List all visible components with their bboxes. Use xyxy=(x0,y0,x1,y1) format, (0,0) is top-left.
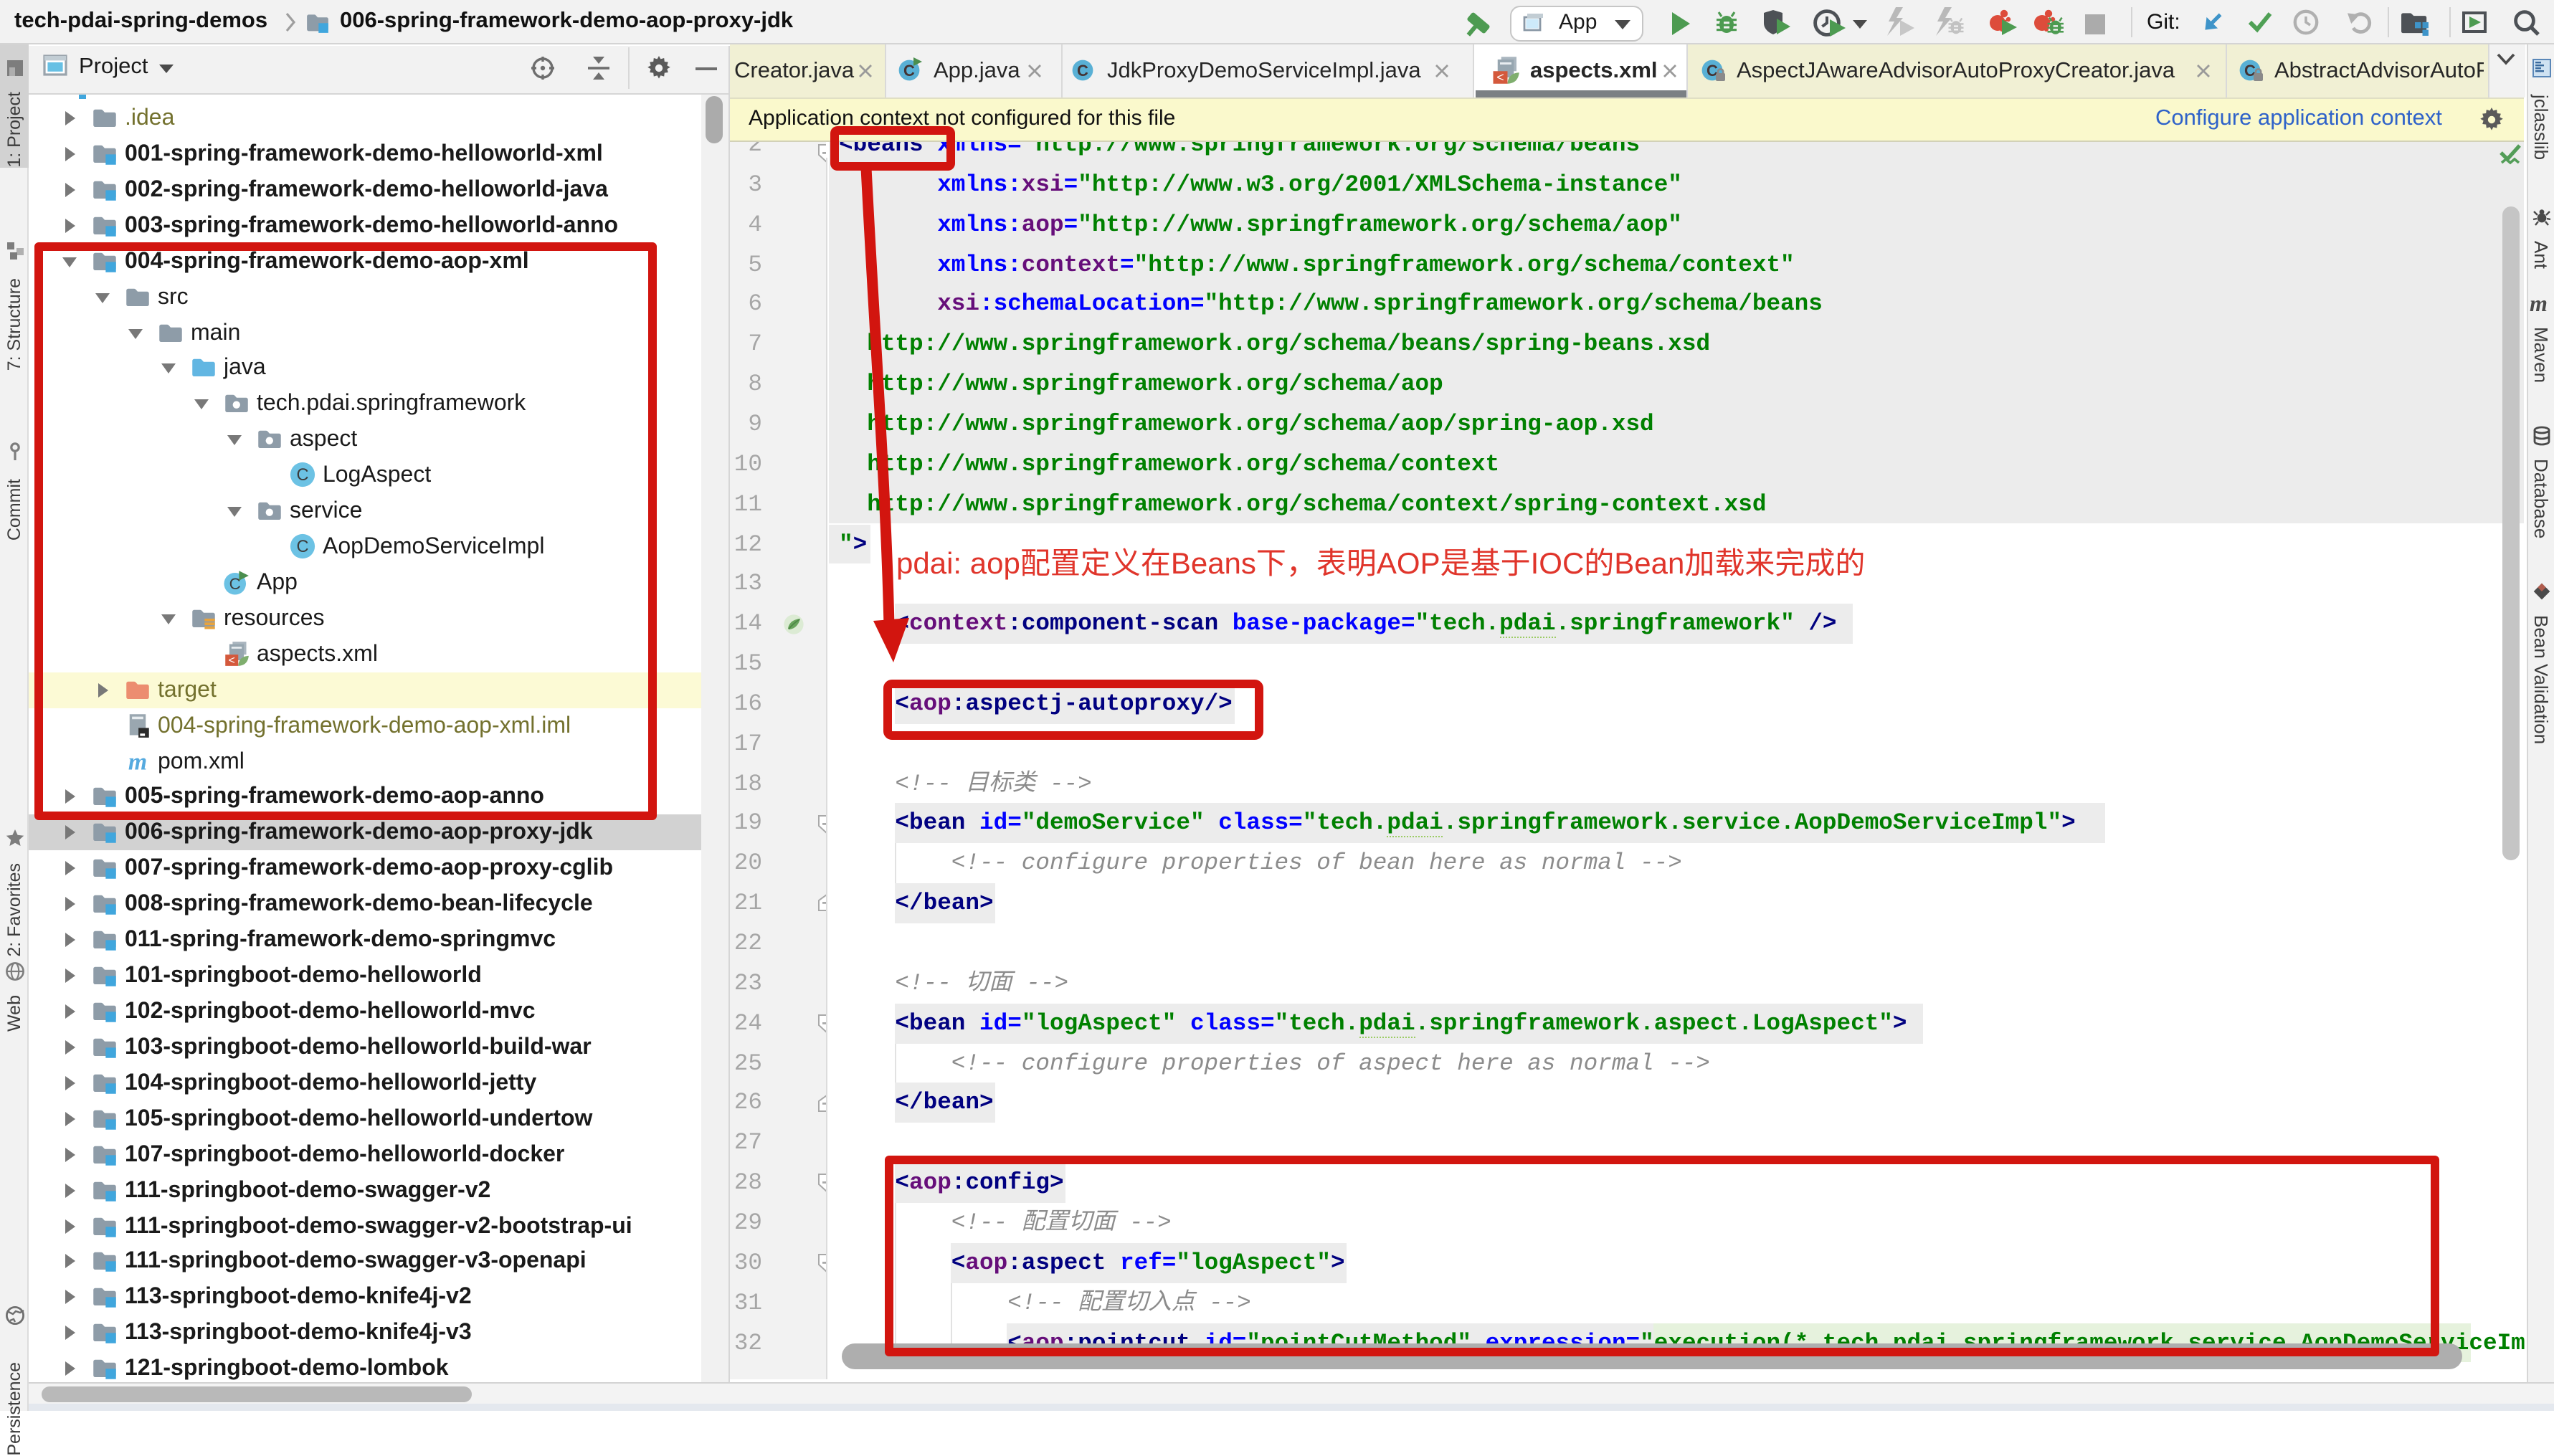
svg-text:C: C xyxy=(1077,62,1088,80)
svg-text:<: < xyxy=(1496,72,1504,85)
svg-text:C: C xyxy=(903,62,915,80)
